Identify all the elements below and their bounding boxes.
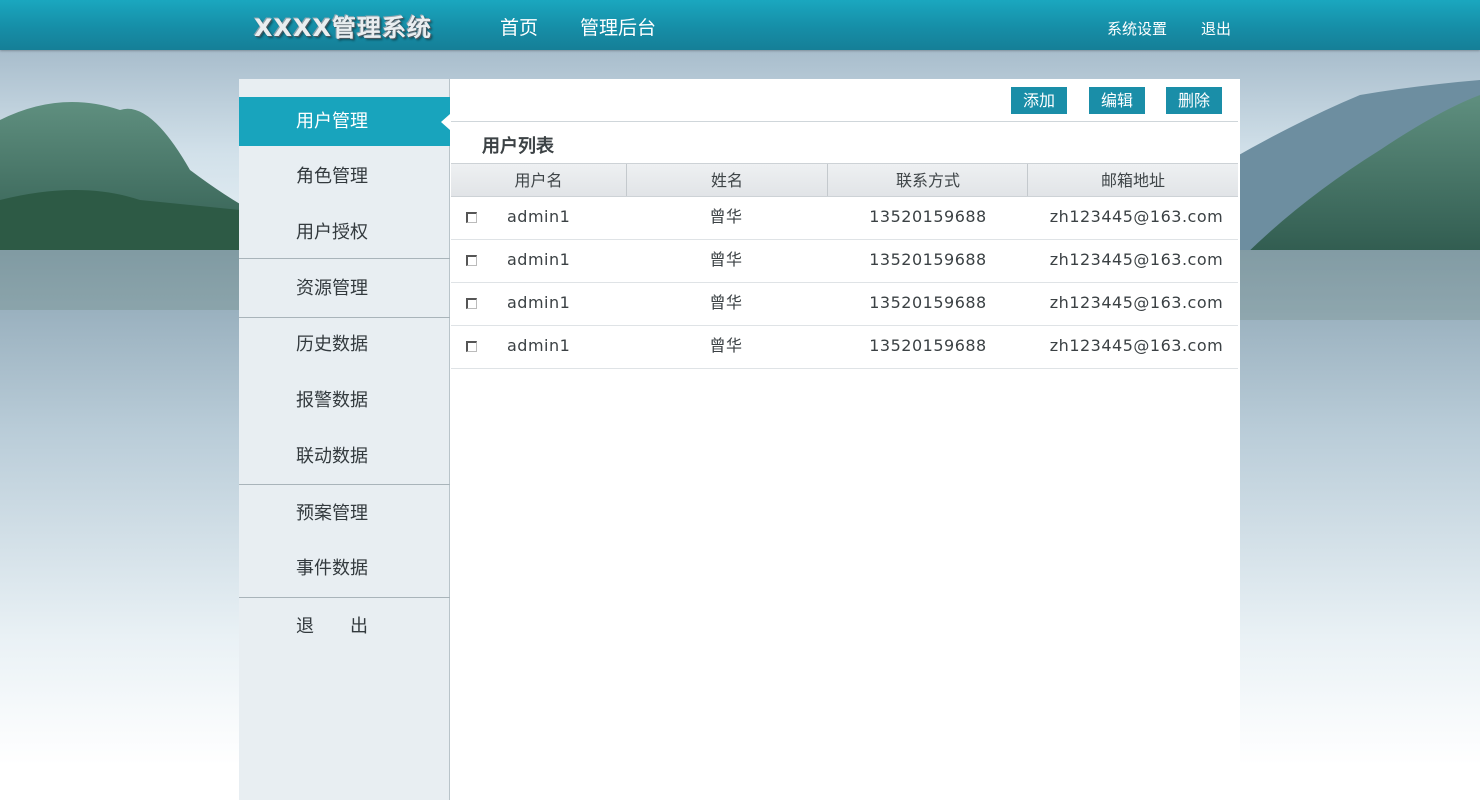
sidebar-item-label: 预案管理 [296, 503, 368, 524]
cell-phone: 13520159688 [869, 336, 987, 355]
cell-phone: 13520159688 [869, 250, 987, 269]
cell-name: 曾华 [709, 207, 743, 226]
row-checkbox[interactable] [466, 255, 477, 266]
sidebar-item-user-management[interactable]: 用户管理 [239, 97, 450, 146]
nav-home-link[interactable]: 首页 [500, 13, 538, 40]
sidebar: 用户管理 角色管理 用户授权 资源管理 历史数据 报警数据 联动数据 预案管理 … [239, 79, 450, 800]
user-table: 用户名 姓名 联系方式 邮箱地址 admin1 曾华 13520159688 z… [451, 163, 1238, 369]
cell-name: 曾华 [709, 250, 743, 269]
cell-username: admin1 [507, 336, 571, 355]
sidebar-divider [239, 258, 450, 259]
toolbar-divider [451, 121, 1238, 122]
cell-phone: 13520159688 [869, 207, 987, 226]
sidebar-item-plan-management[interactable]: 预案管理 [239, 489, 450, 538]
content-area: 添加 编辑 删除 用户列表 用户名 姓名 联系方式 邮箱地址 admin1 曾华… [451, 79, 1240, 800]
cell-username: admin1 [507, 250, 571, 269]
edit-button[interactable]: 编辑 [1089, 87, 1145, 114]
sidebar-item-label: 角色管理 [296, 166, 368, 187]
sidebar-item-label: 历史数据 [296, 334, 368, 355]
page-title: 用户列表 [482, 136, 554, 157]
column-header-username[interactable]: 用户名 [451, 164, 626, 196]
row-checkbox[interactable] [466, 298, 477, 309]
column-header-name[interactable]: 姓名 [627, 164, 827, 196]
column-header-phone[interactable]: 联系方式 [828, 164, 1028, 196]
table-row[interactable]: admin1 曾华 13520159688 zh123445@163.com [451, 326, 1238, 369]
cell-username: admin1 [507, 207, 571, 226]
top-logout-link[interactable]: 退出 [1201, 18, 1231, 39]
sidebar-item-label: 用户管理 [296, 111, 368, 132]
main-panel: 用户管理 角色管理 用户授权 资源管理 历史数据 报警数据 联动数据 预案管理 … [239, 79, 1240, 800]
sidebar-item-history-data[interactable]: 历史数据 [239, 320, 450, 369]
column-header-email[interactable]: 邮箱地址 [1028, 164, 1238, 196]
sidebar-item-alarm-data[interactable]: 报警数据 [239, 376, 450, 425]
sidebar-item-linkage-data[interactable]: 联动数据 [239, 432, 450, 481]
table-header: 用户名 姓名 联系方式 邮箱地址 [451, 163, 1238, 197]
sidebar-item-role-management[interactable]: 角色管理 [239, 152, 450, 201]
sidebar-item-label: 联动数据 [296, 446, 368, 467]
sidebar-item-event-data[interactable]: 事件数据 [239, 544, 450, 593]
sidebar-item-label: 用户授权 [296, 222, 368, 243]
cell-name: 曾华 [709, 293, 743, 312]
row-checkbox[interactable] [466, 341, 477, 352]
sidebar-item-label: 资源管理 [296, 278, 368, 299]
sidebar-item-label: 报警数据 [296, 390, 368, 411]
sidebar-item-label: 事件数据 [296, 558, 368, 579]
nav-admin-link[interactable]: 管理后台 [580, 13, 656, 40]
cell-email: zh123445@163.com [1049, 336, 1224, 355]
cell-email: zh123445@163.com [1049, 250, 1224, 269]
table-row[interactable]: admin1 曾华 13520159688 zh123445@163.com [451, 197, 1238, 240]
table-row[interactable]: admin1 曾华 13520159688 zh123445@163.com [451, 283, 1238, 326]
table-row[interactable]: admin1 曾华 13520159688 zh123445@163.com [451, 240, 1238, 283]
add-button[interactable]: 添加 [1011, 87, 1067, 114]
sidebar-item-user-authorization[interactable]: 用户授权 [239, 208, 450, 257]
sidebar-item-label: 退 出 [296, 616, 368, 637]
sidebar-divider [239, 317, 450, 318]
cell-email: zh123445@163.com [1049, 207, 1224, 226]
cell-email: zh123445@163.com [1049, 293, 1224, 312]
app-title: XXXX管理系统 [254, 14, 433, 42]
sidebar-item-logout[interactable]: 退 出 [239, 602, 450, 651]
cell-phone: 13520159688 [869, 293, 987, 312]
sidebar-divider [239, 484, 450, 485]
top-navigation-bar: XXXX管理系统 首页 管理后台 系统设置 退出 [0, 0, 1480, 50]
cell-username: admin1 [507, 293, 571, 312]
row-checkbox[interactable] [466, 212, 477, 223]
active-indicator-arrow [441, 114, 450, 130]
delete-button[interactable]: 删除 [1166, 87, 1222, 114]
sidebar-divider [239, 597, 450, 598]
sidebar-item-resource-management[interactable]: 资源管理 [239, 264, 450, 313]
system-settings-link[interactable]: 系统设置 [1107, 18, 1167, 39]
cell-name: 曾华 [709, 336, 743, 355]
